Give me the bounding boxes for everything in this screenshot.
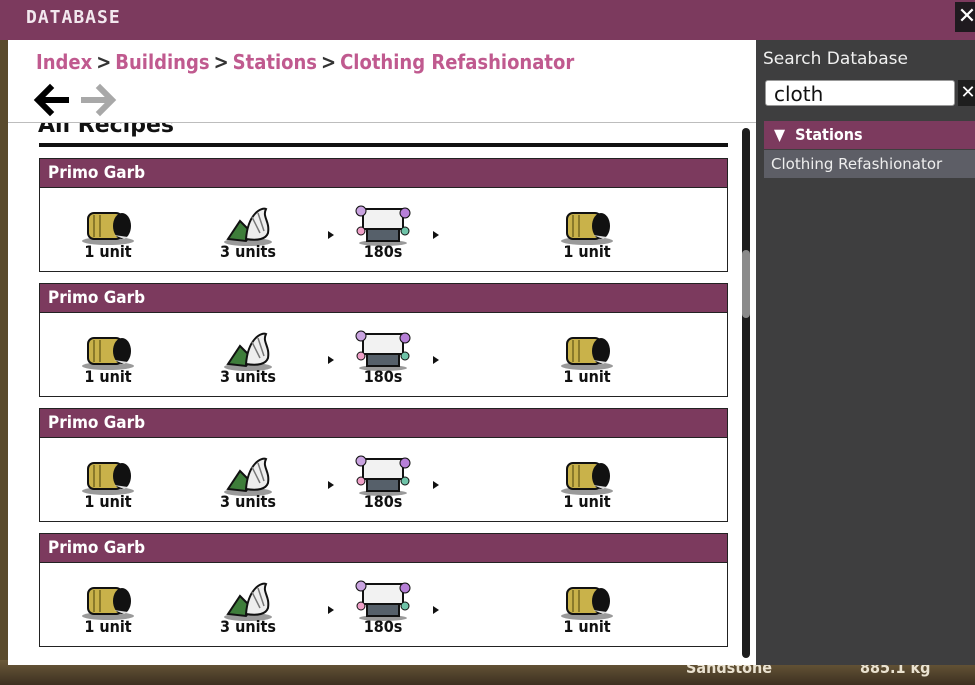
flow-arrow-icon xyxy=(433,481,439,489)
cloth-bolt-icon xyxy=(78,203,138,247)
recipe-name: Primo Garb xyxy=(40,159,727,188)
clothing-refashionator-icon xyxy=(353,453,413,497)
navigation-header: Index > Buildings > Stations > Clothing Refash… xyxy=(8,40,756,123)
input-ingredient: 1 unit xyxy=(68,203,148,261)
back-arrow-icon[interactable] xyxy=(32,80,72,120)
clear-search-button[interactable]: ✕ xyxy=(958,80,975,106)
breadcrumb: Index > Buildings > Stations > Clothing Refash… xyxy=(36,50,574,74)
recipe-name: Primo Garb xyxy=(40,284,727,313)
clothing-refashionator-icon xyxy=(353,203,413,247)
reed-fiber-icon xyxy=(218,328,278,372)
input-ingredient: 1 unit xyxy=(68,328,148,386)
cloth-bolt-icon xyxy=(557,453,617,497)
window-title-bar: DATABASE xyxy=(0,0,975,40)
database-main-pane: Index > Buildings > Stations > Clothing Refash… xyxy=(8,40,756,665)
recipe-card[interactable]: Primo Garb 1 unit 3 units 180s 1 unit xyxy=(39,283,728,397)
input-ingredient: 3 units xyxy=(208,453,288,511)
fabricator-time: 180s xyxy=(343,328,423,386)
recipes-scroll-area[interactable]: All Recipes Primo Garb 1 unit 3 units 180s 1… xyxy=(8,123,756,665)
section-divider xyxy=(39,143,728,147)
breadcrumb-clothing-refashionator[interactable]: Clothing Refashionator xyxy=(340,50,574,74)
section-title: All Recipes xyxy=(38,123,174,138)
category-label: Stations xyxy=(795,125,863,144)
breadcrumb-separator: > xyxy=(213,50,229,74)
search-input[interactable]: cloth xyxy=(765,80,955,106)
recipe-card[interactable]: Primo Garb 1 unit 3 units 180s 1 unit xyxy=(39,408,728,522)
search-label: Search Database xyxy=(763,49,908,69)
cloth-bolt-icon xyxy=(78,328,138,372)
cloth-bolt-icon xyxy=(78,453,138,497)
close-button[interactable]: ✕ xyxy=(955,2,975,32)
flow-arrow-icon xyxy=(328,356,334,364)
vertical-scrollbar[interactable] xyxy=(742,128,750,658)
breadcrumb-buildings[interactable]: Buildings xyxy=(115,50,209,74)
expand-triangle-icon: ▼ xyxy=(774,125,786,144)
flow-arrow-icon xyxy=(433,606,439,614)
flow-arrow-icon xyxy=(328,481,334,489)
output-product: 1 unit xyxy=(547,578,627,636)
reed-fiber-icon xyxy=(218,453,278,497)
recipe-card[interactable]: Primo Garb 1 unit 3 units 180s 1 unit xyxy=(39,158,728,272)
input-ingredient: 1 unit xyxy=(68,453,148,511)
input-ingredient: 1 unit xyxy=(68,578,148,636)
cloth-bolt-icon xyxy=(557,578,617,622)
reed-fiber-icon xyxy=(218,203,278,247)
scrollbar-thumb[interactable] xyxy=(742,250,750,318)
forward-arrow-icon[interactable] xyxy=(78,80,118,120)
breadcrumb-stations[interactable]: Stations xyxy=(233,50,317,74)
input-ingredient: 3 units xyxy=(208,328,288,386)
recipe-card[interactable]: Primo Garb 1 unit 3 units 180s 1 unit xyxy=(39,533,728,647)
cloth-bolt-icon xyxy=(78,578,138,622)
window-title: DATABASE xyxy=(26,7,121,28)
search-sidebar: Search Database cloth ✕ ▼ Stations Cloth… xyxy=(756,40,975,665)
reed-fiber-icon xyxy=(218,578,278,622)
cloth-bolt-icon xyxy=(557,328,617,372)
output-product: 1 unit xyxy=(547,328,627,386)
fabricator-time: 180s xyxy=(343,203,423,261)
fabricator-time: 180s xyxy=(343,578,423,636)
clothing-refashionator-icon xyxy=(353,578,413,622)
clothing-refashionator-icon xyxy=(353,328,413,372)
game-background-left xyxy=(0,40,8,665)
result-item[interactable]: Clothing Refashionator xyxy=(764,150,975,178)
output-product: 1 unit xyxy=(547,203,627,261)
category-header-stations[interactable]: ▼ Stations xyxy=(764,121,975,149)
fabricator-time: 180s xyxy=(343,453,423,511)
breadcrumb-separator: > xyxy=(96,50,112,74)
recipe-name: Primo Garb xyxy=(40,534,727,563)
flow-arrow-icon xyxy=(433,356,439,364)
recipe-name: Primo Garb xyxy=(40,409,727,438)
output-product: 1 unit xyxy=(547,453,627,511)
breadcrumb-index[interactable]: Index xyxy=(36,50,92,74)
input-ingredient: 3 units xyxy=(208,203,288,261)
cloth-bolt-icon xyxy=(557,203,617,247)
flow-arrow-icon xyxy=(328,231,334,239)
flow-arrow-icon xyxy=(328,606,334,614)
breadcrumb-separator: > xyxy=(321,50,337,74)
flow-arrow-icon xyxy=(433,231,439,239)
input-ingredient: 3 units xyxy=(208,578,288,636)
